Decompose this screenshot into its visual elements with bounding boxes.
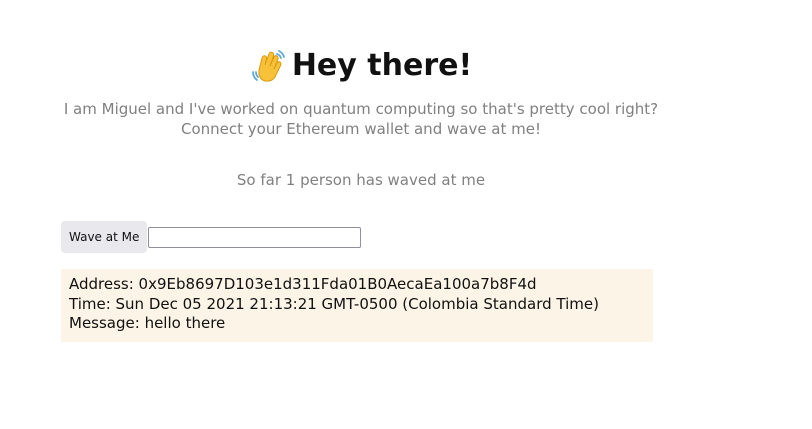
bio-line-1: I am Miguel and I've worked on quantum c… xyxy=(63,100,659,118)
wave-counter: So far 1 person has waved at me xyxy=(236,171,486,189)
title-text: Hey there! xyxy=(291,48,473,83)
wave-address: Address: 0x9Eb8697D103e1d311Fda01B0AecaE… xyxy=(69,275,537,293)
wave-form: Wave at Me xyxy=(61,221,362,253)
bio-line-2: Connect your Ethereum wallet and wave at… xyxy=(180,120,542,138)
message-input[interactable] xyxy=(148,226,362,248)
waving-hand-icon xyxy=(251,50,285,82)
page-title: Hey there! xyxy=(250,44,472,88)
wave-button[interactable]: Wave at Me xyxy=(61,221,148,253)
wave-card: Address: 0x9Eb8697D103e1d311Fda01B0AecaE… xyxy=(61,269,653,342)
header: Hey there! xyxy=(0,44,722,88)
wave-time: Time: Sun Dec 05 2021 21:13:21 GMT-0500 … xyxy=(69,294,599,313)
wave-message: Message: hello there xyxy=(69,314,226,332)
page: Hey there! I am Miguel and I've worked o… xyxy=(0,0,812,429)
bio: I am Miguel and I've worked on quantum c… xyxy=(0,99,722,139)
